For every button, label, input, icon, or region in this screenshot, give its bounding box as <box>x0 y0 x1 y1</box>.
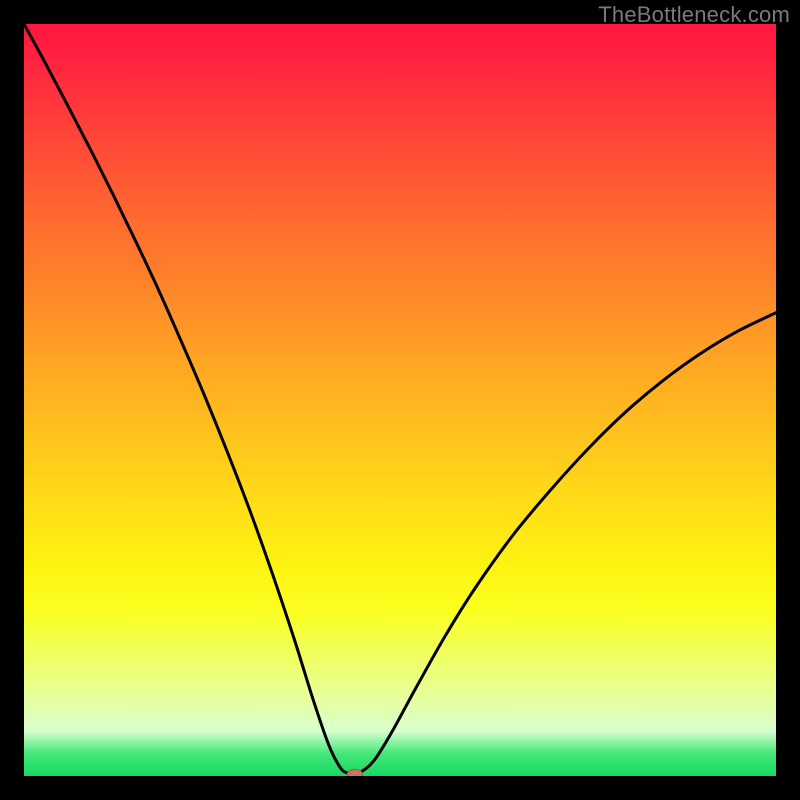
curve-svg <box>24 24 776 776</box>
bottleneck-curve <box>24 24 776 774</box>
optimum-marker <box>347 769 362 776</box>
chart-frame: TheBottleneck.com <box>0 0 800 800</box>
plot-area <box>24 24 776 776</box>
